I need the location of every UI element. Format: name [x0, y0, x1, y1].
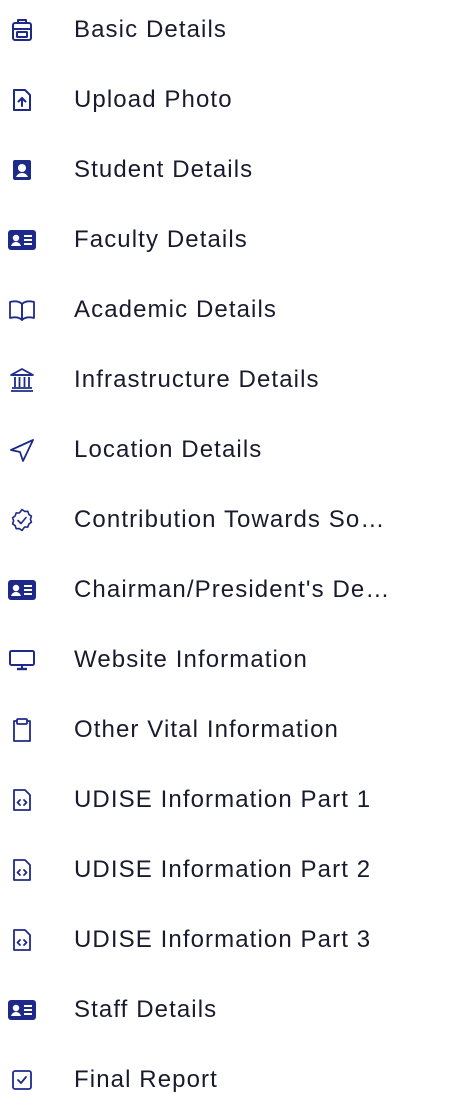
menu-item-chairman-details[interactable]: Chairman/President's Details [0, 555, 458, 625]
clipboard-icon [5, 713, 39, 747]
menu-item-udise-part-2[interactable]: UDISE Information Part 2 [0, 835, 458, 905]
menu-item-label: Chairman/President's Details [74, 576, 394, 603]
code-file-icon [5, 923, 39, 957]
menu-item-label: UDISE Information Part 3 [74, 926, 372, 953]
menu-item-label: Basic Details [74, 16, 228, 43]
navigation-arrow-icon [5, 433, 39, 467]
code-file-icon [5, 853, 39, 887]
menu-item-staff-details[interactable]: Staff Details [0, 975, 458, 1045]
menu-item-academic-details[interactable]: Academic Details [0, 275, 458, 345]
menu-item-label: Infrastructure Details [74, 366, 320, 393]
menu-item-udise-part-3[interactable]: UDISE Information Part 3 [0, 905, 458, 975]
menu-item-label: Contribution Towards Society [74, 506, 394, 533]
menu-item-other-vital-information[interactable]: Other Vital Information [0, 695, 458, 765]
menu-item-contribution[interactable]: Contribution Towards Society [0, 485, 458, 555]
id-card-icon [5, 573, 39, 607]
open-book-icon [5, 293, 39, 327]
menu-item-label: UDISE Information Part 2 [74, 856, 372, 883]
menu-item-location-details[interactable]: Location Details [0, 415, 458, 485]
monitor-icon [5, 643, 39, 677]
menu-item-label: Faculty Details [74, 226, 248, 253]
menu-item-label: Location Details [74, 436, 263, 463]
menu-item-label: UDISE Information Part 1 [74, 786, 372, 813]
id-card-icon [5, 223, 39, 257]
menu-item-label: Student Details [74, 156, 254, 183]
menu-item-final-report[interactable]: Final Report [0, 1045, 458, 1115]
upload-file-icon [5, 83, 39, 117]
menu-item-label: Upload Photo [74, 86, 233, 113]
menu-item-infrastructure-details[interactable]: Infrastructure Details [0, 345, 458, 415]
menu-item-label: Academic Details [74, 296, 278, 323]
menu-item-label: Staff Details [74, 996, 218, 1023]
menu-item-basic-details[interactable]: Basic Details [0, 0, 458, 65]
menu-item-label: Website Information [74, 646, 308, 673]
building-icon [5, 363, 39, 397]
id-card-icon [5, 993, 39, 1027]
menu-item-label: Final Report [74, 1066, 218, 1093]
badge-check-icon [5, 503, 39, 537]
menu-item-student-details[interactable]: Student Details [0, 135, 458, 205]
menu-item-website-information[interactable]: Website Information [0, 625, 458, 695]
checkbox-icon [5, 1063, 39, 1097]
menu-item-faculty-details[interactable]: Faculty Details [0, 205, 458, 275]
student-portrait-icon [5, 153, 39, 187]
menu-item-label: Other Vital Information [74, 716, 339, 743]
briefcase-icon [5, 13, 39, 47]
code-file-icon [5, 783, 39, 817]
menu-item-udise-part-1[interactable]: UDISE Information Part 1 [0, 765, 458, 835]
menu-item-upload-photo[interactable]: Upload Photo [0, 65, 458, 135]
